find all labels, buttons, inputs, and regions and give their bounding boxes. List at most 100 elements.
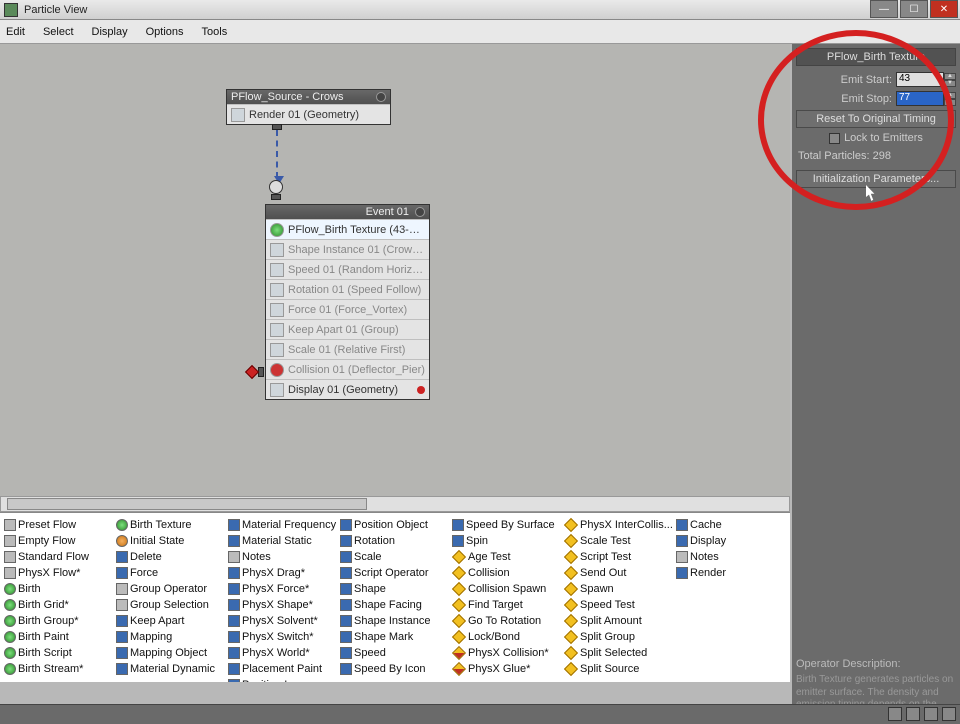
depot-item[interactable]: Scale: [340, 549, 450, 565]
operator-collision[interactable]: Collision 01 (Deflector_Pier): [266, 359, 429, 379]
status-icon-2[interactable]: [906, 707, 920, 721]
depot-item[interactable]: Collision: [452, 565, 562, 581]
depot-item[interactable]: PhysX Drag*: [228, 565, 338, 581]
depot-item[interactable]: Find Target: [452, 597, 562, 613]
reset-timing-button[interactable]: Reset To Original Timing: [796, 110, 956, 128]
depot-item[interactable]: Keep Apart: [116, 613, 226, 629]
depot-item[interactable]: Material Static: [228, 533, 338, 549]
depot-item[interactable]: Spawn: [564, 581, 674, 597]
depot-item[interactable]: Script Test: [564, 549, 674, 565]
depot-item[interactable]: Speed By Surface: [452, 517, 562, 533]
depot-item[interactable]: Shape Facing: [340, 597, 450, 613]
spinner-down-icon[interactable]: ▼: [944, 99, 956, 106]
depot-item[interactable]: Speed By Icon: [340, 661, 450, 677]
depot-item[interactable]: Shape: [340, 581, 450, 597]
depot-item[interactable]: Notes: [228, 549, 338, 565]
depot-item[interactable]: Scale Test: [564, 533, 674, 549]
emit-stop-spinner[interactable]: 77 ▲▼: [896, 91, 956, 106]
depot-item[interactable]: Placement Paint: [228, 661, 338, 677]
emit-start-value[interactable]: 43: [896, 72, 944, 87]
schematic-canvas[interactable]: PFlow_Source - Crows Render 01 (Geometry…: [0, 44, 790, 496]
operator-birth-texture[interactable]: PFlow_Birth Texture (43-77 ...: [266, 219, 429, 239]
depot-item[interactable]: Delete: [116, 549, 226, 565]
depot-item[interactable]: Force: [116, 565, 226, 581]
menu-select[interactable]: Select: [43, 26, 74, 38]
minimize-button[interactable]: —: [870, 0, 898, 18]
depot-item[interactable]: Notes: [676, 549, 786, 565]
menu-options[interactable]: Options: [146, 26, 184, 38]
depot-item[interactable]: Mapping: [116, 629, 226, 645]
depot-item[interactable]: PhysX Force*: [228, 581, 338, 597]
spinner-up-icon[interactable]: ▲: [944, 73, 956, 80]
depot-item[interactable]: Split Selected: [564, 645, 674, 661]
operator-display[interactable]: Display 01 (Geometry): [266, 379, 429, 399]
depot-item[interactable]: Go To Rotation: [452, 613, 562, 629]
depot-item[interactable]: Birth Texture: [116, 517, 226, 533]
operator-shape-instance[interactable]: Shape Instance 01 (Crow_...: [266, 239, 429, 259]
depot-item[interactable]: Material Dynamic: [116, 661, 226, 677]
depot-item[interactable]: Spin: [452, 533, 562, 549]
operator-speed[interactable]: Speed 01 (Random Horizont...: [266, 259, 429, 279]
depot-item[interactable]: Birth Paint: [4, 629, 114, 645]
depot-item[interactable]: Collision Spawn: [452, 581, 562, 597]
spinner-up-icon[interactable]: ▲: [944, 92, 956, 99]
depot-item[interactable]: Position Object: [340, 517, 450, 533]
depot-item[interactable]: Birth Group*: [4, 613, 114, 629]
node-title[interactable]: Event 01: [266, 205, 429, 219]
menu-tools[interactable]: Tools: [202, 26, 228, 38]
side-port-diamond[interactable]: [245, 365, 259, 379]
maximize-button[interactable]: ☐: [900, 0, 928, 18]
status-icon-3[interactable]: [924, 707, 938, 721]
lock-to-emitters-checkbox[interactable]: [829, 133, 840, 144]
depot-item[interactable]: PhysX Glue*: [452, 661, 562, 677]
initialization-parameters-button[interactable]: Initialization Parameters...: [796, 170, 956, 188]
depot-item[interactable]: Lock/Bond: [452, 629, 562, 645]
menu-display[interactable]: Display: [92, 26, 128, 38]
depot-item[interactable]: PhysX Collision*: [452, 645, 562, 661]
node-pflow-source[interactable]: PFlow_Source - Crows Render 01 (Geometry…: [226, 89, 391, 125]
depot-item[interactable]: Speed Test: [564, 597, 674, 613]
menu-edit[interactable]: Edit: [6, 26, 25, 38]
depot-item[interactable]: PhysX Shape*: [228, 597, 338, 613]
canvas-hscrollbar[interactable]: [0, 496, 790, 512]
node-title[interactable]: PFlow_Source - Crows: [227, 90, 390, 104]
status-icon-1[interactable]: [888, 707, 902, 721]
status-icon-4[interactable]: [942, 707, 956, 721]
depot-item[interactable]: Shape Instance: [340, 613, 450, 629]
depot-item[interactable]: Group Operator: [116, 581, 226, 597]
depot-item[interactable]: Birth Grid*: [4, 597, 114, 613]
param-rollout-header[interactable]: PFlow_Birth Texture: [796, 48, 956, 66]
bulb-icon[interactable]: [415, 207, 425, 217]
depot-item[interactable]: Split Amount: [564, 613, 674, 629]
emit-start-spinner[interactable]: 43 ▲▼: [896, 72, 956, 87]
depot-item[interactable]: Preset Flow: [4, 517, 114, 533]
depot-item[interactable]: Split Group: [564, 629, 674, 645]
depot-item[interactable]: Mapping Object: [116, 645, 226, 661]
node-event-01[interactable]: Event 01 PFlow_Birth Texture (43-77 ... …: [265, 204, 430, 400]
depot-item[interactable]: Age Test: [452, 549, 562, 565]
depot-item[interactable]: PhysX Flow*: [4, 565, 114, 581]
operator-render[interactable]: Render 01 (Geometry): [227, 104, 390, 124]
depot-item[interactable]: Shape Mark: [340, 629, 450, 645]
operator-force[interactable]: Force 01 (Force_Vortex): [266, 299, 429, 319]
depot-item[interactable]: Group Selection: [116, 597, 226, 613]
input-port[interactable]: [269, 180, 283, 194]
depot-item[interactable]: Speed: [340, 645, 450, 661]
operator-scale[interactable]: Scale 01 (Relative First): [266, 339, 429, 359]
spinner-down-icon[interactable]: ▼: [944, 80, 956, 87]
depot-item[interactable]: Split Source: [564, 661, 674, 677]
depot-item[interactable]: PhysX Solvent*: [228, 613, 338, 629]
depot-item[interactable]: Birth Script: [4, 645, 114, 661]
depot-item[interactable]: Empty Flow: [4, 533, 114, 549]
depot-item[interactable]: PhysX Switch*: [228, 629, 338, 645]
bulb-icon[interactable]: [376, 92, 386, 102]
operator-keep-apart[interactable]: Keep Apart 01 (Group): [266, 319, 429, 339]
depot-item[interactable]: Initial State: [116, 533, 226, 549]
depot-item[interactable]: Position Icon: [228, 677, 338, 682]
depot-item[interactable]: Send Out: [564, 565, 674, 581]
depot-item[interactable]: Script Operator: [340, 565, 450, 581]
depot-item[interactable]: PhysX World*: [228, 645, 338, 661]
node-top-tab[interactable]: [271, 194, 281, 200]
depot-item[interactable]: Display: [676, 533, 786, 549]
depot-item[interactable]: Material Frequency: [228, 517, 338, 533]
